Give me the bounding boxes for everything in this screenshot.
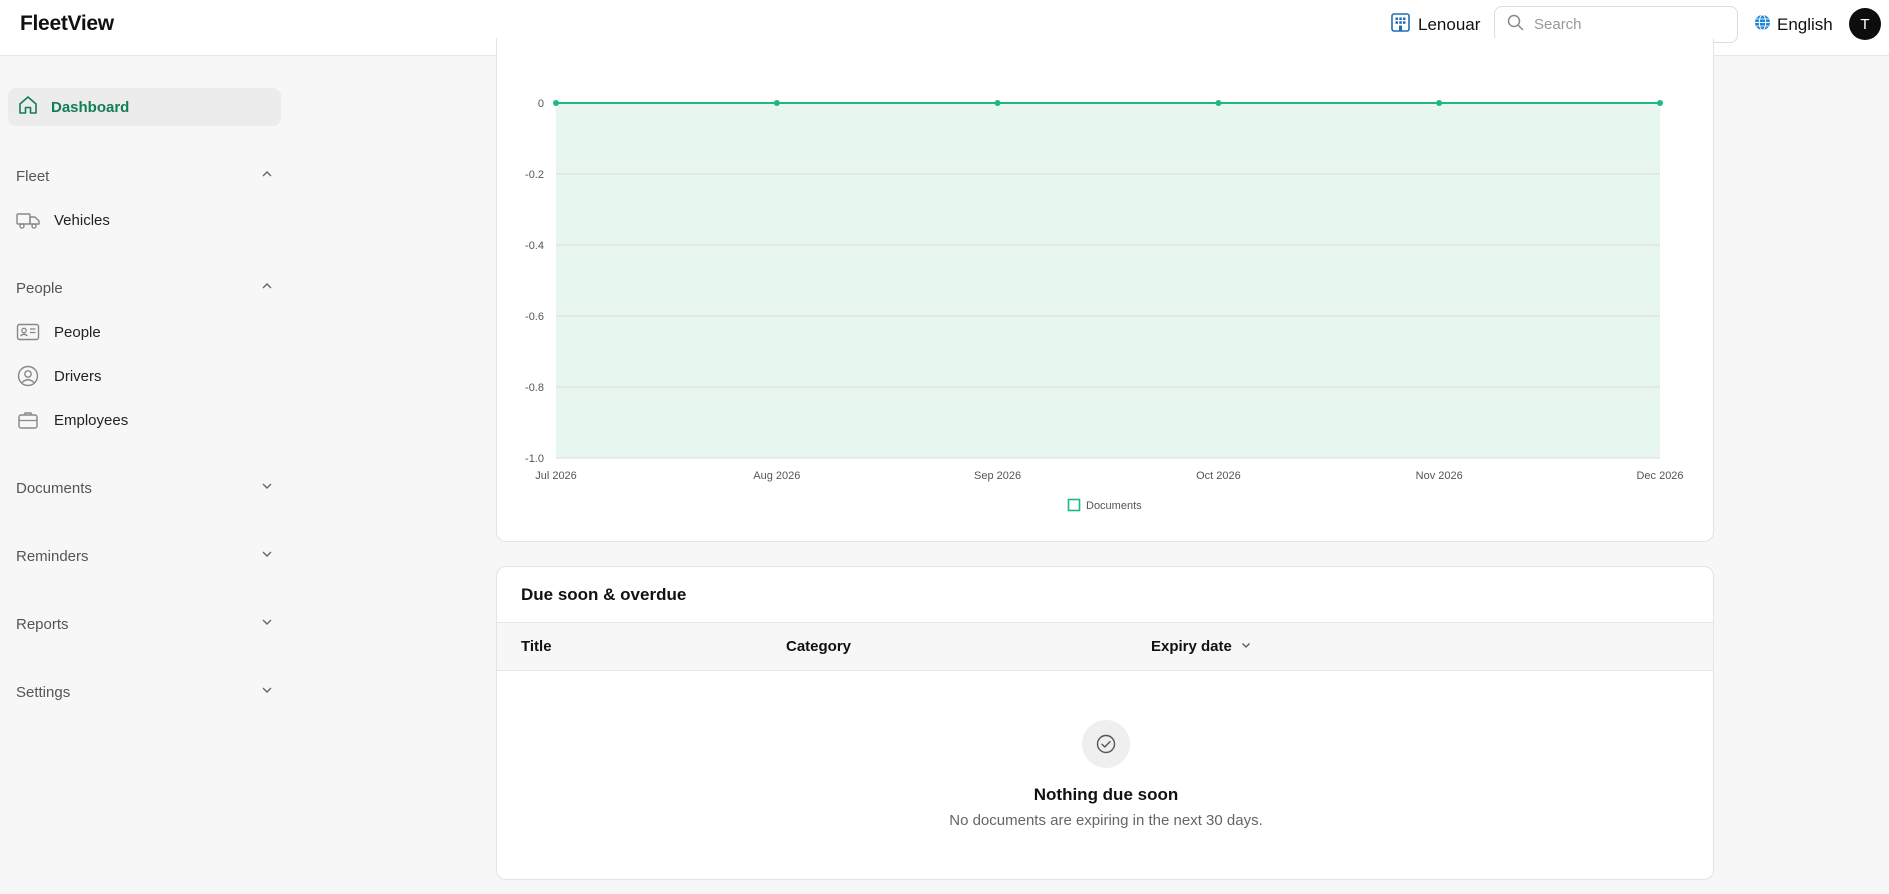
data-point xyxy=(994,100,1001,106)
sidebar-item-vehicles[interactable]: Vehicles xyxy=(16,208,110,232)
column-label: Expiry date xyxy=(1151,638,1232,655)
chevron-down-icon xyxy=(260,479,274,497)
y-tick-label: -0.6 xyxy=(525,311,544,323)
column-header-title[interactable]: Title xyxy=(521,638,552,655)
sidebar-group-settings[interactable]: Settings xyxy=(16,680,274,704)
empty-state-title: Nothing due soon xyxy=(1033,785,1179,804)
organization-switcher[interactable]: Lenouar xyxy=(1391,13,1480,37)
y-tick-label: -1.0 xyxy=(525,453,544,465)
data-point xyxy=(1657,100,1663,106)
sidebar-item-dashboard[interactable]: Dashboard xyxy=(8,88,281,126)
y-tick-label: -0.8 xyxy=(525,382,544,394)
sidebar-group-documents[interactable]: Documents xyxy=(16,476,274,500)
language-selector[interactable]: English xyxy=(1754,13,1833,37)
sidebar-item-label: Vehicles xyxy=(54,211,110,229)
y-tick-label: -0.4 xyxy=(525,240,544,252)
card-title: Due soon & overdue xyxy=(521,585,687,604)
x-tick-label: Aug 2026 xyxy=(753,470,800,482)
chevron-down-icon xyxy=(260,683,274,701)
sidebar-group-people[interactable]: People xyxy=(16,276,274,300)
y-tick-label: 0 xyxy=(538,98,544,110)
column-header-category[interactable]: Category xyxy=(786,638,851,655)
data-point xyxy=(1436,100,1443,106)
sidebar-item-people[interactable]: People xyxy=(16,320,101,344)
x-tick-label: Oct 2026 xyxy=(1196,470,1241,482)
chevron-down-icon xyxy=(260,547,274,565)
sidebar-group-reports[interactable]: Reports xyxy=(16,612,274,636)
group-label: Documents xyxy=(16,479,92,497)
group-label: People xyxy=(16,279,63,297)
search-input[interactable] xyxy=(1534,16,1714,33)
sidebar-item-label: People xyxy=(54,323,101,341)
data-point xyxy=(553,100,559,106)
x-tick-label: Dec 2026 xyxy=(1636,470,1683,482)
home-icon xyxy=(17,94,39,120)
globe-icon xyxy=(1754,14,1771,36)
sidebar-item-label: Drivers xyxy=(54,367,102,385)
group-label: Reports xyxy=(16,615,69,633)
language-label: English xyxy=(1777,15,1833,34)
check-circle-icon xyxy=(1082,720,1130,768)
documents-area-chart: 0 -0.2 -0.4 -0.6 -0.8 -1.0 Jul 2026 Aug 2026 Sep… xyxy=(525,98,1684,512)
data-point xyxy=(1215,100,1222,106)
id-card-icon xyxy=(16,320,40,344)
user-circle-icon xyxy=(16,364,40,388)
column-header-expiry-date[interactable]: Expiry date xyxy=(1151,638,1252,655)
sidebar-item-label: Employees xyxy=(54,411,129,429)
user-avatar[interactable]: T xyxy=(1849,8,1881,40)
legend-swatch xyxy=(1067,498,1081,512)
chevron-up-icon xyxy=(260,279,274,297)
group-label: Settings xyxy=(16,683,71,701)
search-icon xyxy=(1507,14,1524,36)
documents-chart-card: 0 -0.2 -0.4 -0.6 -0.8 -1.0 Jul 2026 Aug 2026 Sep… xyxy=(496,38,1714,542)
truck-icon xyxy=(16,208,40,232)
group-label: Reminders xyxy=(16,547,89,565)
x-tick-label: Sep 2026 xyxy=(974,470,1021,482)
chevron-down-icon xyxy=(260,615,274,633)
x-tick-label: Jul 2026 xyxy=(535,470,577,482)
y-tick-label: -0.2 xyxy=(525,169,544,181)
app-logo[interactable]: FleetView xyxy=(20,12,114,36)
sidebar-group-reminders[interactable]: Reminders xyxy=(16,544,274,568)
empty-state-description: No documents are expiring in the next 30… xyxy=(949,812,1263,829)
due-soon-card: Due soon & overdue Title Category Expiry… xyxy=(496,566,1714,880)
sidebar-item-drivers[interactable]: Drivers xyxy=(16,364,102,388)
organization-name: Lenouar xyxy=(1418,15,1481,34)
data-point xyxy=(773,100,780,106)
group-label: Fleet xyxy=(16,167,50,185)
building-icon xyxy=(1391,13,1410,37)
chevron-down-icon xyxy=(1240,638,1252,655)
table-header: Title Category Expiry date xyxy=(497,622,1713,671)
x-tick-label: Nov 2026 xyxy=(1416,470,1463,482)
sidebar-group-fleet[interactable]: Fleet xyxy=(16,164,274,188)
briefcase-icon xyxy=(16,408,40,432)
sidebar: Dashboard Fleet Vehicles People People D… xyxy=(0,57,290,894)
area-fill xyxy=(556,103,1660,458)
chevron-up-icon xyxy=(260,167,274,185)
sidebar-item-employees[interactable]: Employees xyxy=(16,408,128,432)
legend-label: Documents xyxy=(1086,500,1142,512)
sidebar-item-label: Dashboard xyxy=(51,98,130,116)
